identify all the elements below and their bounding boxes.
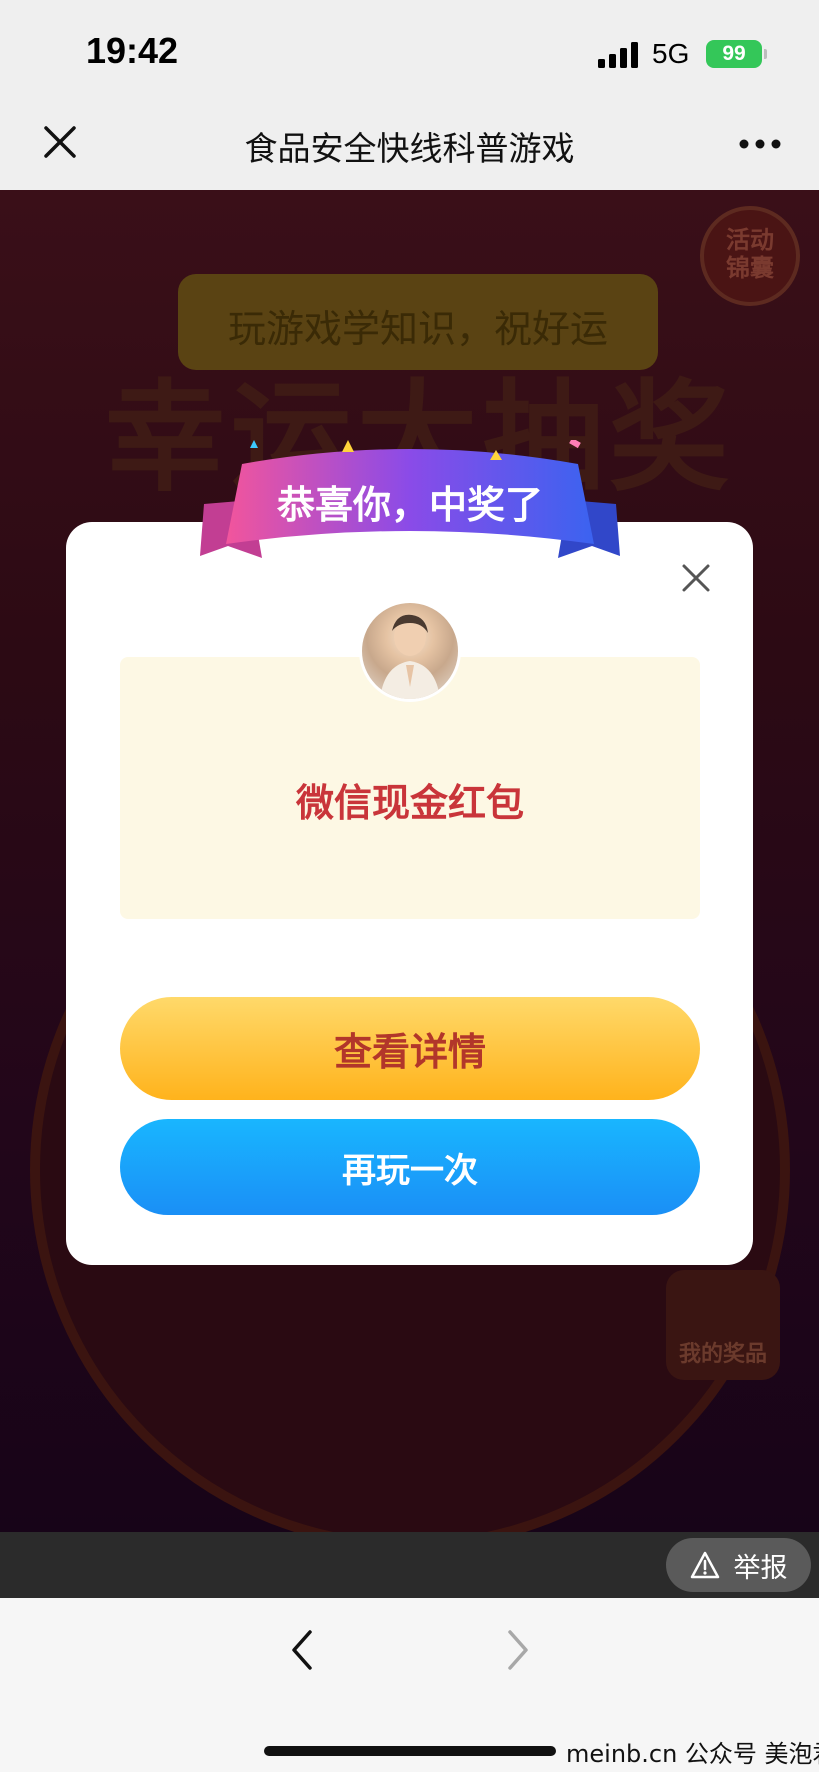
nav-bar: 食品安全快线科普游戏 (0, 100, 819, 190)
activity-badge-label: 活动 锦囊 (726, 226, 774, 282)
avatar-portrait (380, 614, 440, 699)
signal-icon (598, 42, 638, 68)
warning-icon (690, 1551, 719, 1579)
chevron-right-icon[interactable] (500, 1628, 534, 1672)
view-details-button[interactable]: 查看详情 (120, 997, 700, 1100)
chevron-left-icon[interactable] (286, 1628, 320, 1672)
battery-nub (764, 49, 767, 59)
report-button[interactable]: 举报 (666, 1538, 811, 1592)
more-icon[interactable] (738, 138, 782, 150)
avatar (359, 600, 461, 702)
status-time: 19:42 (86, 30, 179, 71)
prize-name: 微信现金红包 (295, 781, 524, 825)
my-prize-label: 我的奖品 (678, 1342, 767, 1367)
page-title: 食品安全快线科普游戏 (244, 129, 575, 168)
play-again-button[interactable]: 再玩一次 (120, 1119, 700, 1215)
status-bar: 19:42 5G 99 (0, 0, 819, 100)
watermark: meinb.cn 公众号 美泡君 (566, 1740, 819, 1768)
report-label: 举报 (733, 1552, 788, 1584)
battery-level: 99 (722, 42, 746, 65)
network-label: 5G (652, 38, 690, 69)
battery-indicator: 99 (706, 40, 762, 68)
home-indicator (264, 1746, 556, 1756)
close-icon[interactable] (680, 562, 712, 594)
browser-bottom-bar: meinb.cn 公众号 美泡君 (0, 1598, 819, 1772)
ribbon-title: 恭喜你，中奖了 (276, 483, 543, 527)
